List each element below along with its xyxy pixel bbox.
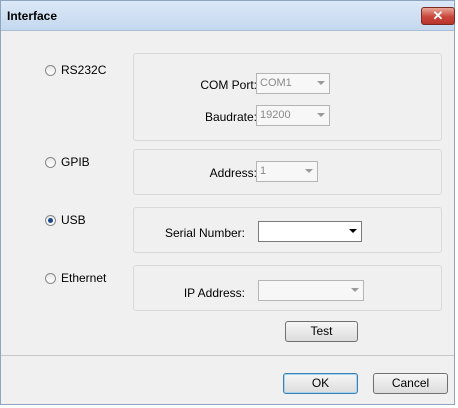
serial-number-label: Serial Number: <box>164 226 245 240</box>
com-port-value: COM1 <box>260 77 292 89</box>
radio-usb[interactable]: USB <box>45 213 86 227</box>
rs232c-group: COM Port: COM1 Baudrate: 19200 <box>133 53 442 141</box>
baudrate-value: 19200 <box>260 109 291 121</box>
radio-rs232c-label: RS232C <box>61 63 107 77</box>
cancel-button[interactable]: Cancel <box>373 373 448 394</box>
address-label: Address: <box>209 166 257 180</box>
radio-rs232c[interactable]: RS232C <box>45 63 106 77</box>
chevron-down-icon <box>317 81 325 85</box>
radio-gpib[interactable]: GPIB <box>45 155 90 169</box>
title-bar[interactable]: Interface ✕ <box>1 1 455 31</box>
com-port-label: COM Port: <box>200 78 257 92</box>
baudrate-select[interactable]: 19200 <box>256 105 330 126</box>
com-port-select[interactable]: COM1 <box>256 73 330 94</box>
radio-ethernet-label: Ethernet <box>61 271 107 285</box>
ok-button[interactable]: OK <box>283 373 358 394</box>
close-icon: ✕ <box>432 8 444 23</box>
ip-address-label: IP Address: <box>183 286 245 300</box>
close-button[interactable]: ✕ <box>421 7 455 25</box>
chevron-down-icon <box>305 169 313 173</box>
window-title: Interface <box>7 9 58 23</box>
address-select[interactable]: 1 <box>256 161 318 182</box>
usb-group: Serial Number: <box>133 207 442 253</box>
radio-indicator <box>45 272 56 284</box>
ethernet-group: IP Address: <box>133 265 442 311</box>
radio-indicator-selected <box>45 214 56 226</box>
gpib-group: Address: 1 <box>133 149 442 195</box>
baudrate-label: Baudrate: <box>204 110 257 124</box>
serial-number-select[interactable] <box>258 221 362 242</box>
radio-ethernet[interactable]: Ethernet <box>45 271 106 285</box>
chevron-down-icon <box>317 113 325 117</box>
radio-usb-label: USB <box>61 213 86 227</box>
test-button[interactable]: Test <box>285 321 358 342</box>
radio-gpib-label: GPIB <box>61 155 90 169</box>
address-value: 1 <box>260 165 267 177</box>
interface-dialog: Interface ✕ RS232C COM Port: COM1 Baudra… <box>0 0 455 405</box>
chevron-down-icon <box>351 288 359 292</box>
separator <box>1 355 454 356</box>
ip-address-select[interactable] <box>258 280 364 301</box>
radio-indicator <box>45 156 56 168</box>
chevron-down-icon <box>349 229 357 233</box>
radio-indicator <box>45 64 56 76</box>
